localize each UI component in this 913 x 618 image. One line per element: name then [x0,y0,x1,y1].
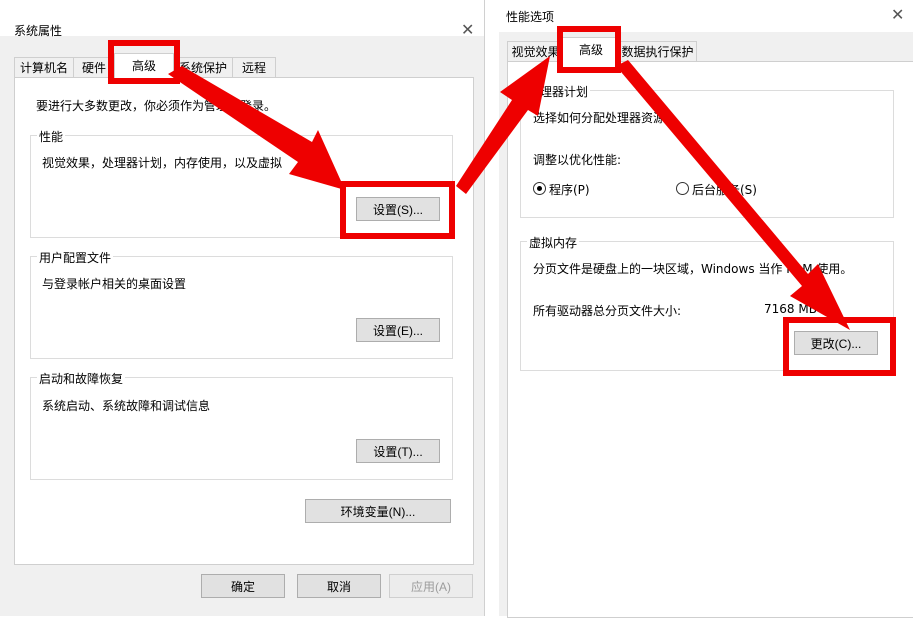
highlight-advanced-tab-right [557,26,621,73]
arrow-to-advanced-tab-icon [456,56,550,194]
arrow-to-settings-icon [168,66,345,190]
highlight-performance-settings [340,181,455,239]
annotation-arrows [168,56,850,330]
highlight-advanced-tab-left [108,40,180,84]
highlight-change-button [783,317,896,376]
arrow-to-change-button-icon [616,60,850,330]
